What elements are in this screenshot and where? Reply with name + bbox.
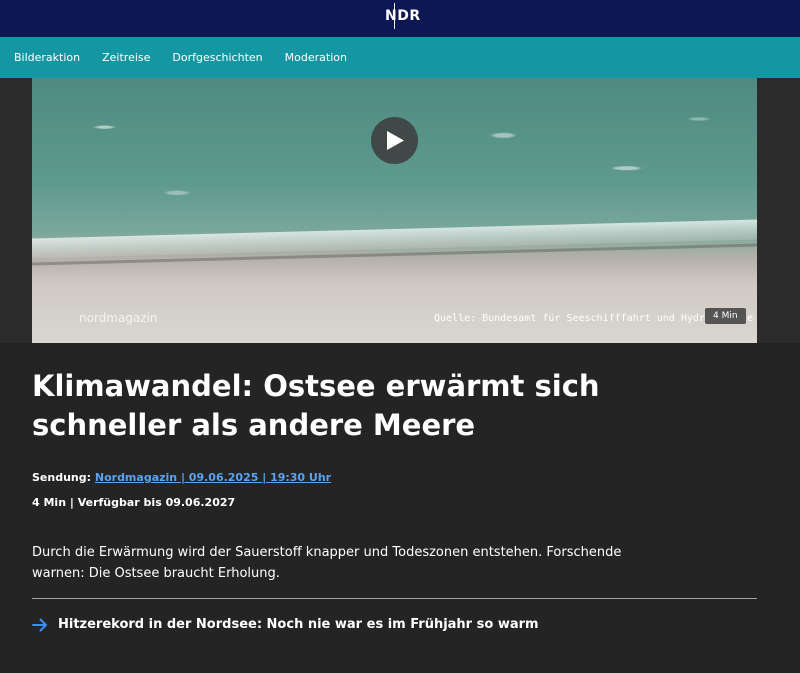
sendung-label: Sendung: bbox=[32, 471, 92, 484]
main-nav: Bilderaktion Zeitreise Dorfgeschichten M… bbox=[0, 37, 800, 78]
availability-info: 4 Min | Verfügbar bis 09.06.2027 bbox=[32, 496, 236, 509]
related-article-title: Hitzerekord in der Nordsee: Noch nie war… bbox=[58, 617, 539, 632]
article-title: Klimawandel: Ostsee erwärmt sich schnell… bbox=[32, 369, 600, 442]
nav-item-moderation[interactable]: Moderation bbox=[285, 51, 347, 64]
video-watermark: nordmagazin bbox=[79, 311, 158, 325]
divider bbox=[32, 598, 757, 599]
top-bar: NDR bbox=[0, 0, 800, 37]
arrow-right-icon bbox=[32, 618, 47, 631]
broadcast-info: Sendung: Nordmagazin | 09.06.2025 | 19:3… bbox=[32, 471, 768, 484]
article-content: Klimawandel: Ostsee erwärmt sich schnell… bbox=[0, 367, 800, 632]
related-article-link[interactable]: Hitzerekord in der Nordsee: Noch nie war… bbox=[32, 617, 768, 632]
play-icon bbox=[387, 131, 404, 150]
ndr-logo[interactable]: NDR bbox=[385, 8, 421, 24]
article-description: Durch die Erwärmung wird der Sauerstoff … bbox=[32, 545, 622, 581]
nav-item-dorfgeschichten[interactable]: Dorfgeschichten bbox=[172, 51, 262, 64]
video-player[interactable]: nordmagazin Quelle: Bundesamt für Seesch… bbox=[32, 78, 757, 343]
play-button[interactable] bbox=[371, 117, 418, 164]
video-section: nordmagazin Quelle: Bundesamt für Seesch… bbox=[0, 78, 800, 343]
sendung-link[interactable]: Nordmagazin | 09.06.2025 | 19:30 Uhr bbox=[95, 471, 331, 484]
nav-item-bilderaktion[interactable]: Bilderaktion bbox=[14, 51, 80, 64]
nav-item-zeitreise[interactable]: Zeitreise bbox=[102, 51, 150, 64]
logo-divider bbox=[394, 3, 395, 29]
duration-badge: 4 Min bbox=[705, 308, 746, 324]
